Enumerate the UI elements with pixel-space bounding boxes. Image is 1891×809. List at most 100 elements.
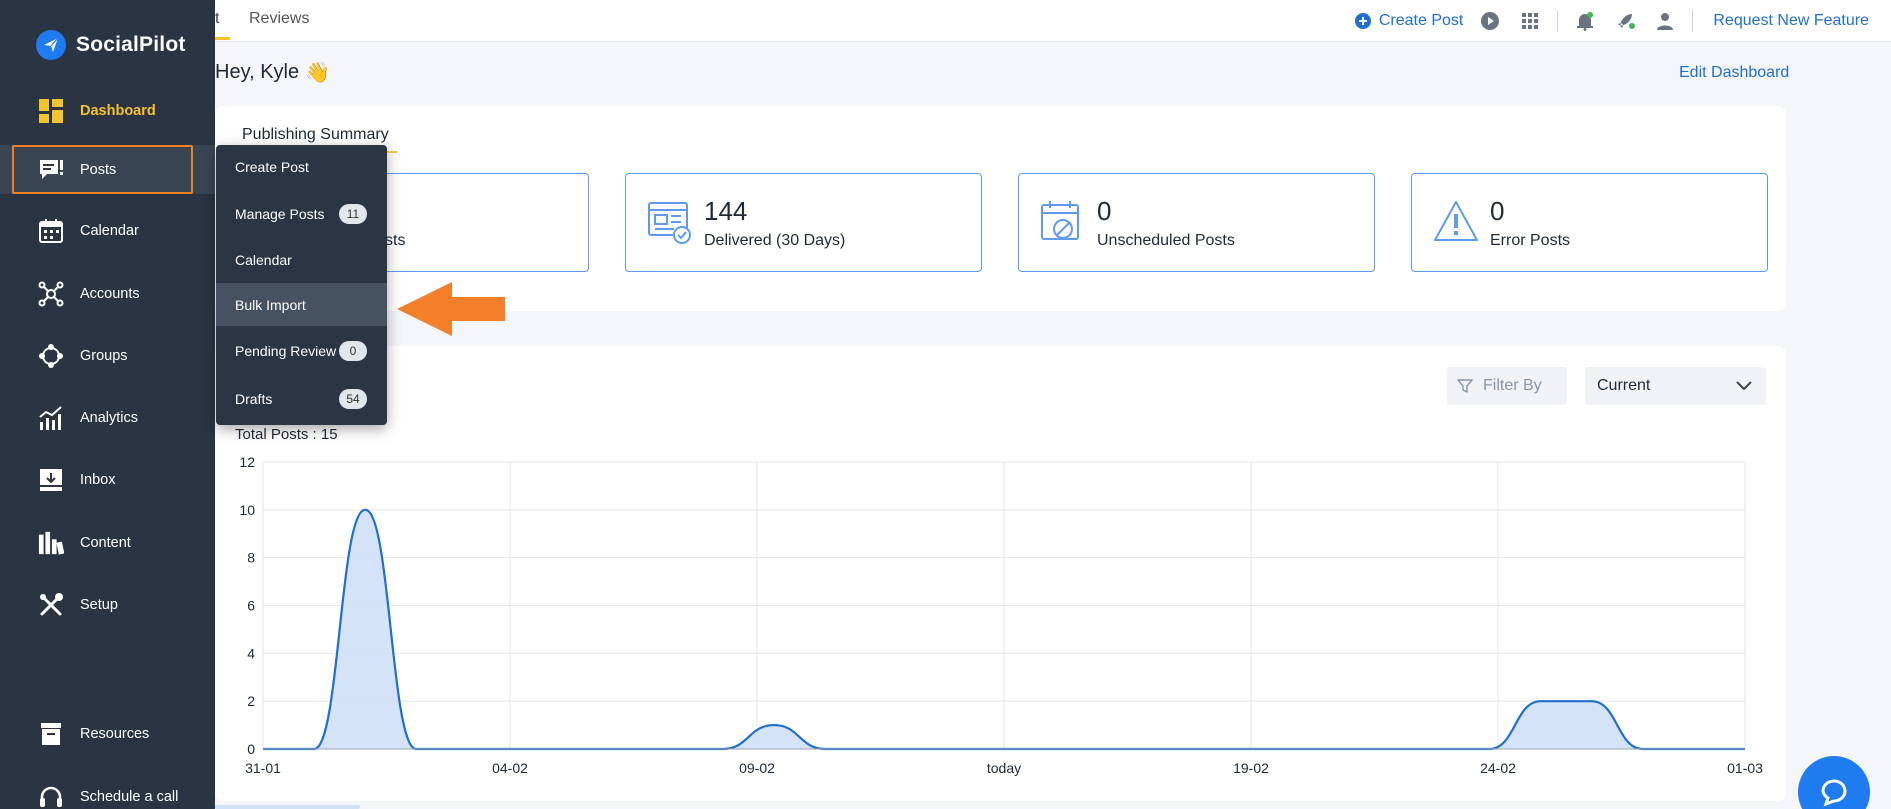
submenu-item-calendar[interactable]: Calendar [216, 238, 387, 281]
x-tick-label: 19-02 [1233, 760, 1269, 776]
setup-icon [38, 592, 64, 618]
count-badge: 54 [339, 388, 367, 409]
tab-publishing-summary[interactable]: Publishing Summary [242, 126, 389, 144]
annotation-arrow-icon [397, 282, 505, 336]
submenu-item-create-post[interactable]: Create Post [216, 145, 387, 188]
user-icon[interactable] [1652, 8, 1678, 34]
y-tick-label: 2 [247, 693, 255, 709]
sidebar-item-label: Content [80, 535, 131, 551]
x-tick-label: 01-03 [1727, 760, 1763, 776]
submenu-item-label: Calendar [235, 251, 292, 268]
x-tick-label: 04-02 [492, 760, 528, 776]
inbox-icon [38, 467, 64, 493]
sidebar-item-label: Resources [80, 726, 150, 742]
play-icon[interactable] [1477, 8, 1503, 34]
create-post-label: Create Post [1378, 12, 1464, 29]
sidebar-item-label: Groups [80, 348, 128, 364]
y-tick-label: 6 [247, 598, 255, 614]
chat-icon [1821, 779, 1847, 807]
sidebar-item-groups[interactable]: Groups [0, 331, 215, 381]
headset-icon [38, 784, 64, 809]
stat-label-partial: sts [385, 232, 406, 249]
sidebar-item-content[interactable]: Content [0, 518, 215, 568]
sidebar-item-label: Setup [80, 597, 118, 613]
brand-name: SocialPilot [76, 33, 186, 56]
stat-value: 0 [1097, 196, 1112, 226]
sidebar-item-label: Analytics [80, 410, 139, 426]
stat-label: Delivered (30 Days) [704, 232, 846, 249]
divider [1557, 10, 1559, 32]
greeting-text: Hey, Kyle [215, 61, 300, 83]
x-tick-label: today [987, 760, 1021, 776]
sidebar-item-inbox[interactable]: Inbox [0, 455, 215, 505]
divider [1692, 10, 1694, 32]
x-tick-label: 24-02 [1480, 760, 1516, 776]
submenu-item-label: Drafts [235, 390, 273, 407]
rocket-icon[interactable] [1612, 8, 1638, 34]
top-actions: Create Post Request New Feature [1354, 0, 1869, 42]
delivered-icon [648, 202, 691, 244]
sidebar-item-schedule-call[interactable]: Schedule a call [0, 772, 215, 809]
submenu-item-pending-review[interactable]: Pending Review 0 [216, 329, 387, 372]
sidebar-item-resources[interactable]: Resources [0, 709, 215, 759]
stat-box-delivered[interactable]: 144 Delivered (30 Days) [625, 173, 982, 272]
tab-reviews[interactable]: Reviews [249, 10, 309, 28]
tab-dashboard-partial[interactable]: t [215, 10, 227, 28]
sidebar-item-analytics[interactable]: Analytics [0, 393, 215, 443]
chevron-down-icon [1736, 381, 1752, 391]
y-tick-label: 12 [239, 454, 255, 470]
groups-icon [38, 343, 64, 369]
filter-by-button[interactable]: Filter By [1447, 367, 1567, 405]
analytics-icon [38, 405, 64, 431]
stat-label: Unscheduled Posts [1097, 232, 1235, 249]
warning-icon [1434, 201, 1478, 241]
apps-grid-icon[interactable] [1517, 8, 1543, 34]
stat-box-unscheduled[interactable]: 0 Unscheduled Posts [1018, 173, 1375, 272]
sidebar-item-label: Accounts [80, 286, 140, 302]
chat-support-button[interactable] [1798, 756, 1870, 809]
sidebar-item-label: Dashboard [80, 103, 156, 119]
posts-area-chart: 0 2 4 6 8 10 12 31-01 04-02 09-02 today 19-02 24-02 0… [239, 454, 1763, 776]
resources-icon [38, 721, 64, 747]
submenu-item-label: Pending Review [235, 342, 337, 359]
sidebar: SocialPilot Dashboard Posts Calendar Acc… [0, 0, 215, 809]
submenu-item-label: Bulk Import [235, 296, 306, 313]
submenu-item-bulk-import[interactable]: Bulk Import [216, 283, 387, 326]
top-bar: t Reviews Create Post Request New Featur… [215, 0, 1891, 42]
request-feature-link[interactable]: Request New Feature [1713, 12, 1869, 30]
sidebar-item-label: Schedule a call [80, 789, 179, 805]
period-select[interactable]: Current [1585, 367, 1766, 405]
period-select-value: Current [1597, 377, 1651, 394]
y-tick-label: 0 [247, 741, 255, 757]
stat-label: Error Posts [1490, 232, 1571, 249]
page-greeting: Hey, Kyle 👋 [215, 60, 330, 85]
active-tab-indicator [215, 37, 230, 40]
submenu-item-label: Create Post [235, 158, 309, 175]
x-tick-label: 31-01 [245, 760, 281, 776]
stat-value: 144 [704, 196, 748, 226]
sidebar-item-dashboard[interactable]: Dashboard [0, 86, 215, 136]
create-post-button[interactable]: Create Post [1354, 12, 1464, 30]
y-tick-label: 4 [247, 645, 255, 661]
sidebar-item-calendar[interactable]: Calendar [0, 206, 215, 256]
scroll-indicator [215, 805, 360, 809]
filter-by-label: Filter By [1483, 377, 1542, 394]
stat-value: 0 [1490, 196, 1505, 226]
wave-emoji: 👋 [305, 62, 331, 84]
stat-box-errors[interactable]: 0 Error Posts [1411, 173, 1768, 272]
y-tick-label: 10 [239, 502, 255, 518]
submenu-item-label: Manage Posts [235, 205, 325, 222]
calendar-icon [38, 218, 64, 244]
dashboard-icon [38, 98, 64, 124]
bell-icon[interactable] [1572, 8, 1598, 34]
sidebar-item-setup[interactable]: Setup [0, 580, 215, 630]
submenu-item-manage-posts[interactable]: Manage Posts 11 [216, 192, 387, 235]
edit-dashboard-link[interactable]: Edit Dashboard [1679, 64, 1789, 82]
sidebar-item-label: Calendar [80, 223, 139, 239]
posts-submenu: Create Post Manage Posts 11 Calendar Bul… [216, 145, 387, 425]
paper-plane-icon [36, 30, 66, 60]
content-icon [38, 530, 64, 556]
sidebar-item-accounts[interactable]: Accounts [0, 269, 215, 319]
submenu-item-drafts[interactable]: Drafts 54 [216, 377, 387, 420]
brand-logo[interactable]: SocialPilot [36, 30, 186, 60]
